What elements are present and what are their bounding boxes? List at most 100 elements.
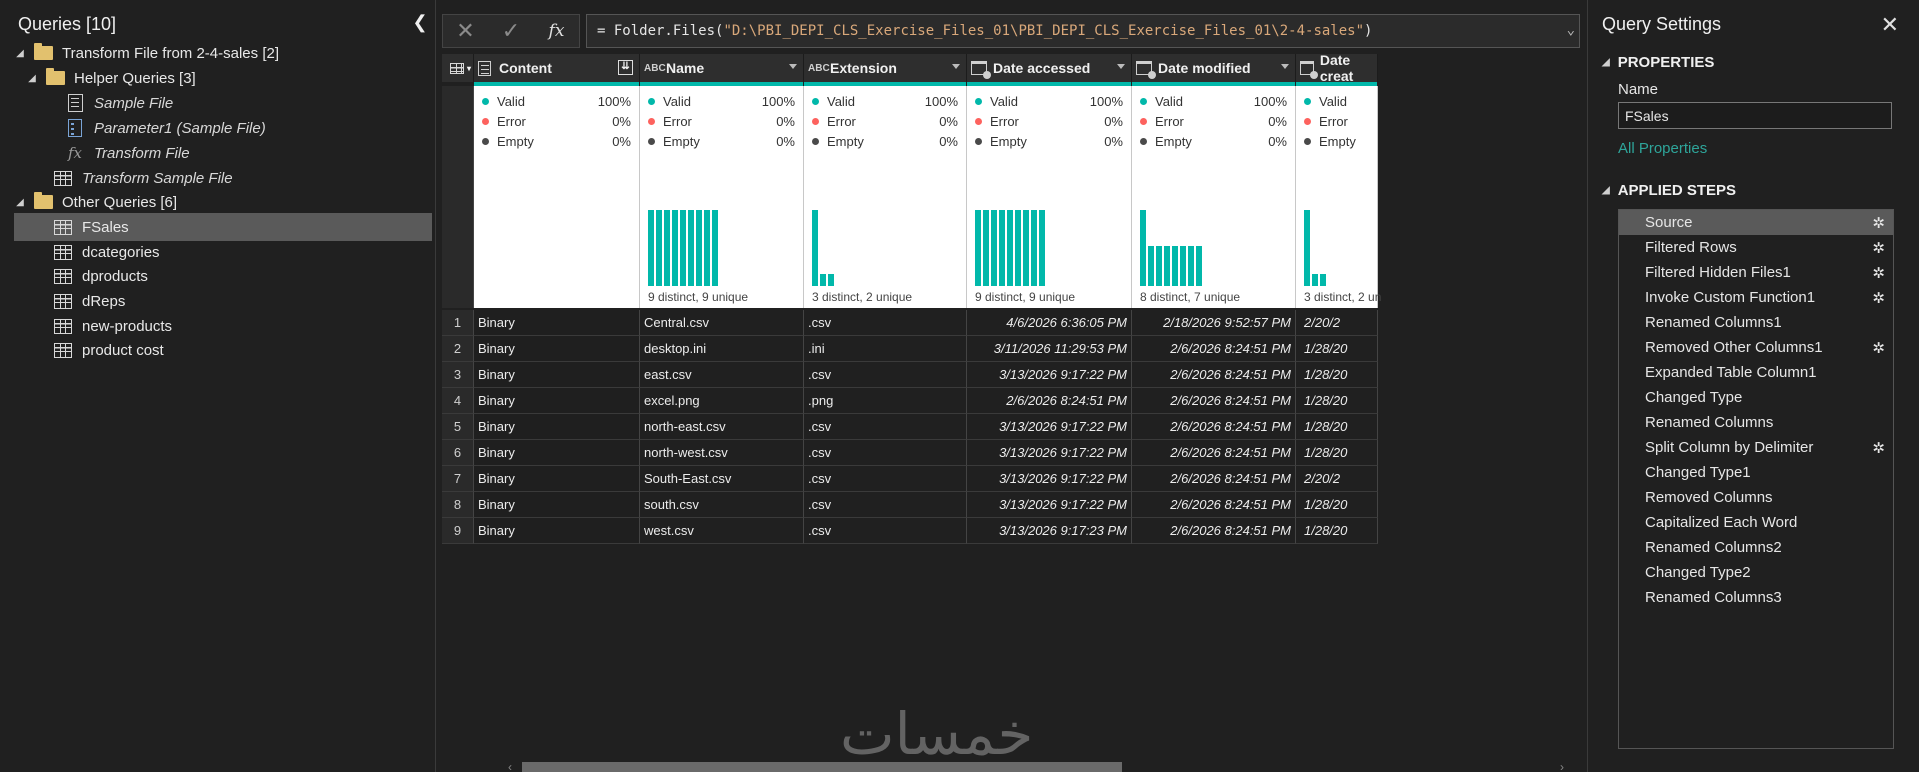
table-cell[interactable]: 1/28/20 bbox=[1296, 414, 1378, 440]
table-cell[interactable]: 1/28/20 bbox=[1296, 492, 1378, 518]
datetime-type-icon[interactable] bbox=[1300, 61, 1318, 79]
query-item[interactable]: fx Transform File bbox=[14, 139, 432, 167]
applied-step[interactable]: Filtered Rows ✲ bbox=[1619, 235, 1893, 260]
expand-binary-icon[interactable]: ⇊ bbox=[618, 60, 633, 75]
scroll-left-icon[interactable]: ‹ bbox=[508, 760, 512, 772]
formula-input[interactable]: = Folder.Files("D:\PBI_DEPI_CLS_Exercise… bbox=[586, 14, 1580, 48]
query-item[interactable]: dproducts bbox=[14, 262, 432, 290]
column-filter-dropdown-icon[interactable] bbox=[952, 64, 960, 69]
cancel-formula-button[interactable]: ✕ bbox=[442, 14, 488, 48]
applied-step[interactable]: Renamed Columns3 bbox=[1619, 585, 1893, 610]
table-cell[interactable]: desktop.ini bbox=[640, 336, 804, 362]
column-header-date-accessed[interactable]: Date accessed bbox=[967, 54, 1132, 86]
applied-step[interactable]: Changed Type1 bbox=[1619, 460, 1893, 485]
text-type-icon[interactable]: ABC bbox=[644, 63, 666, 73]
applied-step[interactable]: Renamed Columns2 bbox=[1619, 535, 1893, 560]
table-cell[interactable]: .csv bbox=[804, 518, 967, 544]
scroll-right-icon[interactable]: › bbox=[1560, 760, 1564, 772]
table-cell[interactable]: 2/18/2026 9:52:57 PM bbox=[1132, 310, 1296, 336]
column-header-name[interactable]: ABC Name bbox=[640, 54, 804, 86]
table-cell[interactable]: south.csv bbox=[640, 492, 804, 518]
column-header-date-creat[interactable]: Date creat bbox=[1296, 54, 1378, 86]
applied-step[interactable]: Changed Type bbox=[1619, 385, 1893, 410]
table-cell[interactable]: .png bbox=[804, 388, 967, 414]
applied-step[interactable]: Removed Other Columns1 ✲ bbox=[1619, 335, 1893, 360]
table-cell[interactable]: 1/28/20 bbox=[1296, 388, 1378, 414]
query-item[interactable]: ◢ Transform File from 2-4-sales [2] bbox=[14, 39, 432, 67]
query-item[interactable]: dReps bbox=[14, 287, 432, 315]
query-name-input[interactable] bbox=[1618, 102, 1892, 129]
table-cell[interactable]: 1/28/20 bbox=[1296, 362, 1378, 388]
table-cell[interactable]: .csv bbox=[804, 466, 967, 492]
table-cell[interactable]: 3/13/2026 9:17:22 PM bbox=[967, 362, 1132, 388]
applied-step[interactable]: Removed Columns bbox=[1619, 485, 1893, 510]
collapse-pane-icon[interactable]: ❮ bbox=[411, 12, 429, 34]
applied-step[interactable]: Renamed Columns1 bbox=[1619, 310, 1893, 335]
table-cell[interactable]: Binary bbox=[474, 492, 640, 518]
insert-function-button[interactable]: fx bbox=[534, 14, 580, 48]
applied-step[interactable]: Capitalized Each Word bbox=[1619, 510, 1893, 535]
table-cell[interactable]: Binary bbox=[474, 518, 640, 544]
expand-triangle-icon[interactable]: ◢ bbox=[14, 197, 26, 208]
table-cell[interactable]: .csv bbox=[804, 310, 967, 336]
applied-step[interactable]: Source ✲ bbox=[1619, 210, 1893, 235]
binary-type-icon[interactable] bbox=[478, 60, 491, 76]
table-cell[interactable]: 2/6/2026 8:24:51 PM bbox=[967, 388, 1132, 414]
applied-step[interactable]: Changed Type2 bbox=[1619, 560, 1893, 585]
datetime-type-icon[interactable] bbox=[971, 61, 991, 79]
table-cell[interactable]: 3/13/2026 9:17:22 PM bbox=[967, 492, 1132, 518]
gear-icon[interactable]: ✲ bbox=[1872, 289, 1885, 307]
table-cell[interactable]: Central.csv bbox=[640, 310, 804, 336]
gear-icon[interactable]: ✲ bbox=[1872, 239, 1885, 257]
column-header-content[interactable]: Content ⇊ bbox=[474, 54, 640, 86]
table-cell[interactable]: 3/13/2026 9:17:23 PM bbox=[967, 518, 1132, 544]
table-cell[interactable]: 1/28/20 bbox=[1296, 440, 1378, 466]
table-cell[interactable]: 3/11/2026 11:29:53 PM bbox=[967, 336, 1132, 362]
gear-icon[interactable]: ✲ bbox=[1872, 339, 1885, 357]
table-cell[interactable]: 3/13/2026 9:17:22 PM bbox=[967, 466, 1132, 492]
table-cell[interactable]: Binary bbox=[474, 336, 640, 362]
table-cell[interactable]: .csv bbox=[804, 362, 967, 388]
properties-heading[interactable]: ◢ PROPERTIES bbox=[1602, 54, 1714, 71]
text-type-icon[interactable]: ABC bbox=[808, 63, 830, 73]
table-cell[interactable]: 2/6/2026 8:24:51 PM bbox=[1132, 414, 1296, 440]
applied-steps-heading[interactable]: ◢ APPLIED STEPS bbox=[1602, 182, 1736, 199]
gear-icon[interactable]: ✲ bbox=[1872, 439, 1885, 457]
table-cell[interactable]: east.csv bbox=[640, 362, 804, 388]
table-cell[interactable]: west.csv bbox=[640, 518, 804, 544]
expand-triangle-icon[interactable]: ◢ bbox=[26, 73, 38, 84]
applied-step[interactable]: Renamed Columns bbox=[1619, 410, 1893, 435]
table-menu-icon[interactable]: ▾ bbox=[442, 54, 474, 82]
table-cell[interactable]: Binary bbox=[474, 440, 640, 466]
table-cell[interactable]: 2/20/2 bbox=[1296, 466, 1378, 492]
table-cell[interactable]: 1/28/20 bbox=[1296, 336, 1378, 362]
gear-icon[interactable]: ✲ bbox=[1872, 214, 1885, 232]
column-filter-dropdown-icon[interactable] bbox=[1281, 64, 1289, 69]
table-cell[interactable]: Binary bbox=[474, 466, 640, 492]
applied-step[interactable]: Split Column by Delimiter ✲ bbox=[1619, 435, 1893, 460]
expand-formula-icon[interactable]: ⌄ bbox=[1567, 22, 1575, 38]
table-cell[interactable]: 2/6/2026 8:24:51 PM bbox=[1132, 518, 1296, 544]
applied-step[interactable]: Filtered Hidden Files1 ✲ bbox=[1619, 260, 1893, 285]
table-cell[interactable]: South-East.csv bbox=[640, 466, 804, 492]
applied-step[interactable]: Expanded Table Column1 bbox=[1619, 360, 1893, 385]
table-cell[interactable]: 2/6/2026 8:24:51 PM bbox=[1132, 388, 1296, 414]
table-cell[interactable]: .csv bbox=[804, 440, 967, 466]
column-filter-dropdown-icon[interactable] bbox=[789, 64, 797, 69]
table-cell[interactable]: 3/13/2026 9:17:22 PM bbox=[967, 414, 1132, 440]
table-cell[interactable]: 3/13/2026 9:17:22 PM bbox=[967, 440, 1132, 466]
column-header-date-modified[interactable]: Date modified bbox=[1132, 54, 1296, 86]
table-cell[interactable]: north-west.csv bbox=[640, 440, 804, 466]
query-item[interactable]: FSales bbox=[14, 213, 432, 241]
table-cell[interactable]: 2/20/2 bbox=[1296, 310, 1378, 336]
column-header-extension[interactable]: ABC Extension bbox=[804, 54, 967, 86]
table-cell[interactable]: 2/6/2026 8:24:51 PM bbox=[1132, 466, 1296, 492]
all-properties-link[interactable]: All Properties bbox=[1618, 140, 1707, 157]
table-cell[interactable]: 2/6/2026 8:24:51 PM bbox=[1132, 362, 1296, 388]
table-cell[interactable]: .ini bbox=[804, 336, 967, 362]
applied-step[interactable]: Invoke Custom Function1 ✲ bbox=[1619, 285, 1893, 310]
table-cell[interactable]: Binary bbox=[474, 388, 640, 414]
query-item[interactable]: ◢ Helper Queries [3] bbox=[14, 64, 432, 92]
table-cell[interactable]: Binary bbox=[474, 310, 640, 336]
datetime-type-icon[interactable] bbox=[1136, 61, 1156, 79]
